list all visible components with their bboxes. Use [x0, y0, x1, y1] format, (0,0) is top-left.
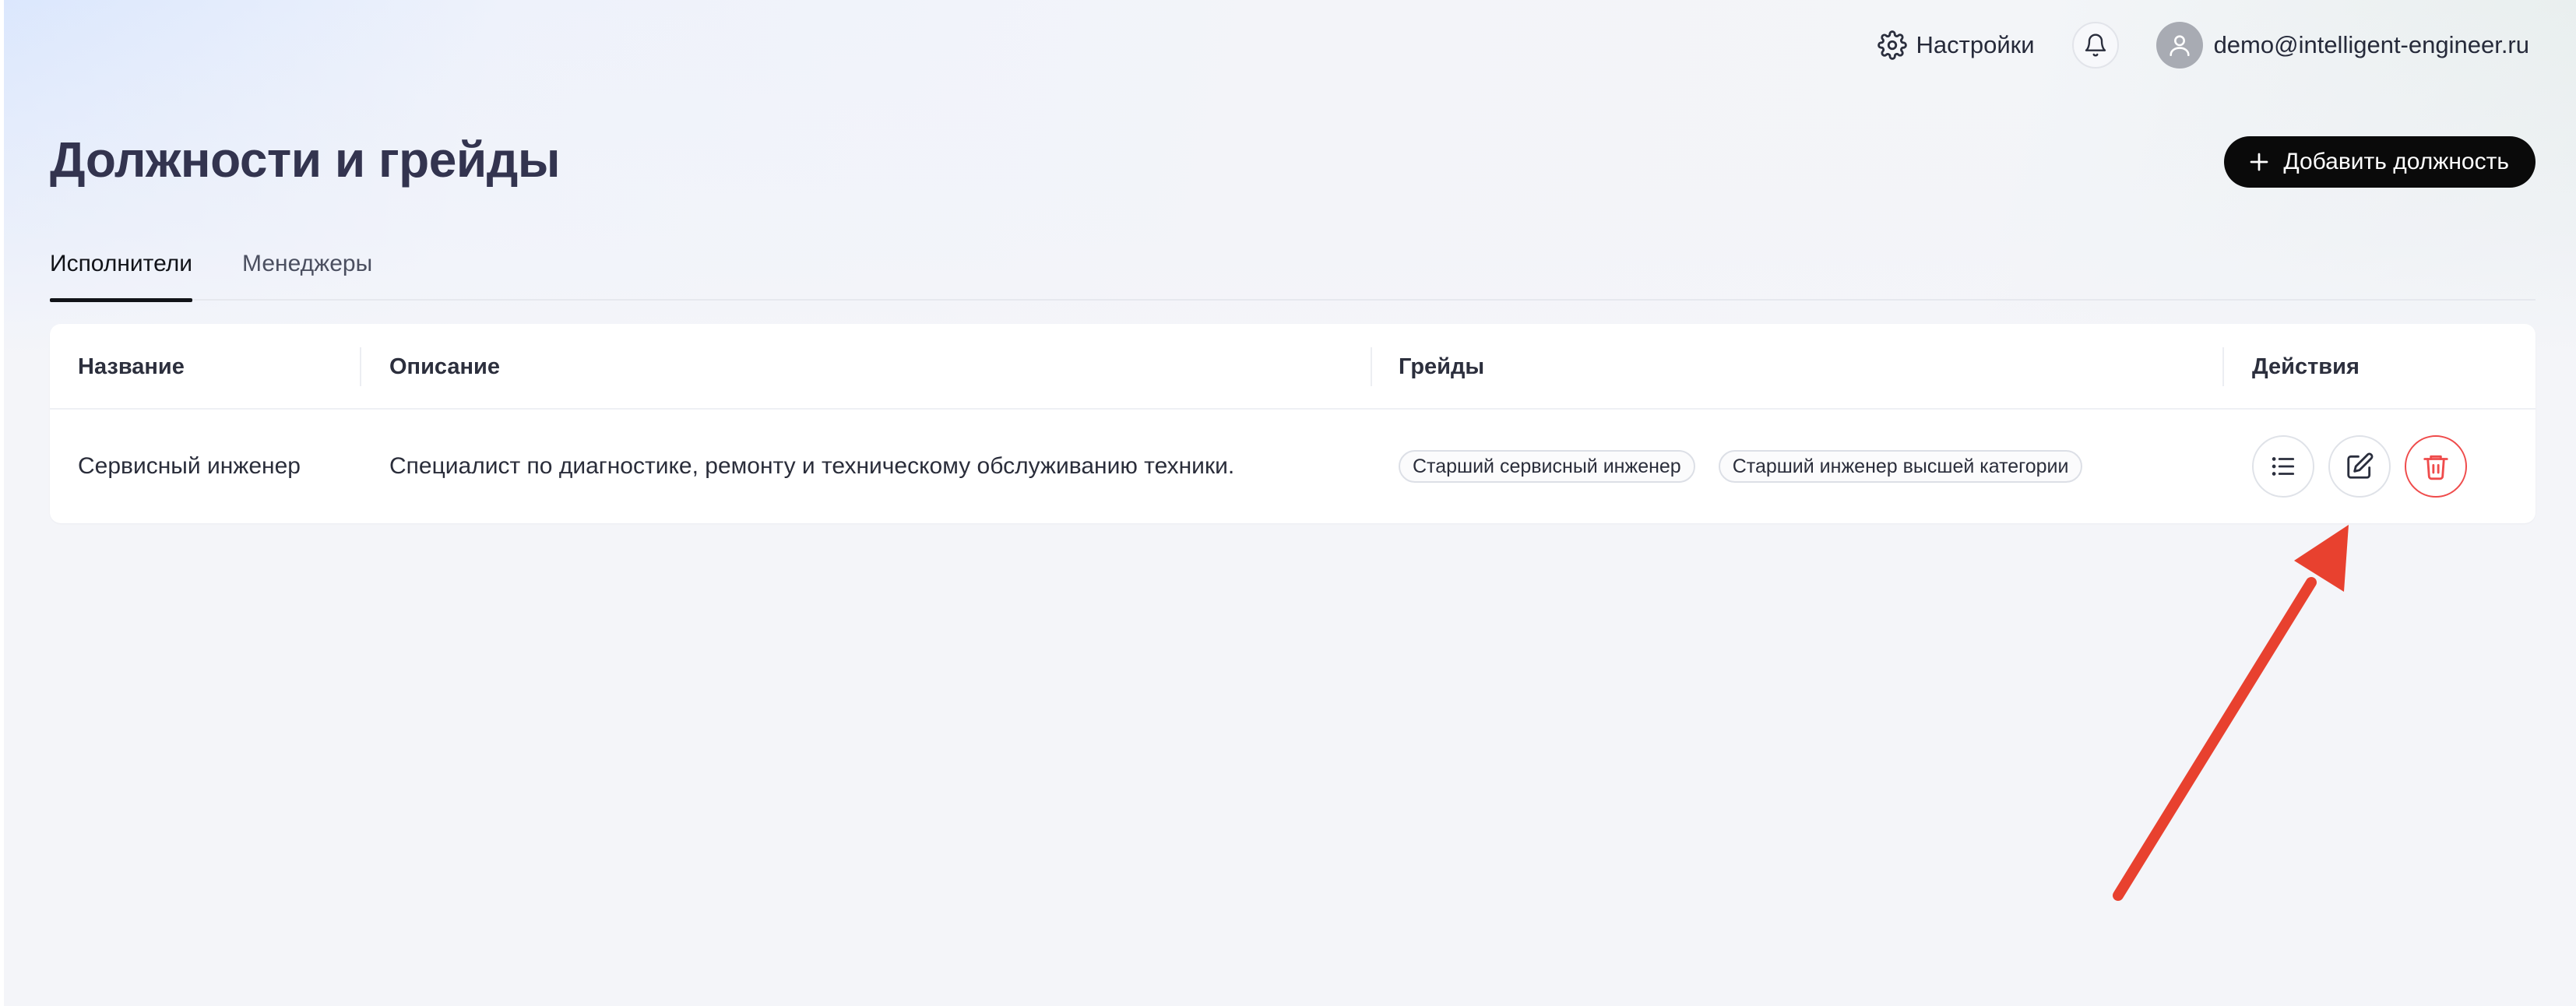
column-separator — [360, 347, 361, 386]
grade-chip[interactable]: Старший сервисный инженер — [1399, 450, 1695, 483]
user-email: demo@intelligent-engineer.ru — [2213, 31, 2529, 58]
avatar — [2155, 22, 2203, 69]
column-header-grades: Грейды — [1399, 354, 1485, 379]
delete-button[interactable] — [2405, 435, 2467, 498]
column-header-name: Название — [78, 354, 185, 379]
edit-icon — [2347, 452, 2374, 479]
tab-performers[interactable]: Исполнители — [50, 243, 193, 302]
row-actions — [2252, 410, 2467, 523]
left-edge — [0, 0, 4, 1006]
user-icon — [2169, 35, 2190, 57]
page-title: Должности и грейды — [50, 132, 560, 188]
edit-button[interactable] — [2328, 435, 2391, 498]
user-menu[interactable]: demo@intelligent-engineer.ru — [2155, 22, 2529, 69]
plus-icon — [2250, 153, 2268, 171]
add-position-button[interactable]: Добавить должность — [2224, 136, 2536, 188]
notifications-button[interactable] — [2071, 22, 2119, 69]
add-position-label: Добавить должность — [2283, 149, 2509, 174]
position-description: Специалист по диагностике, ремонту и тех… — [389, 453, 1235, 479]
grades-list-button[interactable] — [2252, 435, 2314, 498]
trash-icon — [2423, 455, 2448, 480]
column-header-description: Описание — [389, 354, 500, 379]
settings-label: Настройки — [1916, 31, 2035, 58]
list-icon — [2272, 457, 2295, 476]
gear-icon — [1877, 30, 1907, 60]
column-header-actions: Действия — [2252, 354, 2360, 379]
grade-chip[interactable]: Старший инженер высшей категории — [1718, 450, 2083, 483]
column-separator — [2222, 347, 2224, 386]
column-separator — [1371, 347, 1372, 386]
tabs: Исполнители Менеджеры — [50, 243, 2536, 302]
tab-managers[interactable]: Менеджеры — [242, 243, 372, 301]
position-grades: Старший сервисный инженер Старший инжене… — [1399, 410, 2106, 523]
position-name: Сервисный инженер — [78, 453, 301, 479]
top-bar: Настройки demo@intelligent-engineer.ru — [1877, 19, 2529, 72]
table-row: Сервисный инженер Специалист по диагност… — [50, 410, 2536, 523]
bell-icon — [2085, 33, 2106, 57]
settings-link[interactable]: Настройки — [1877, 30, 2035, 60]
table-header: Название Описание Грейды Действия — [50, 324, 2536, 410]
positions-table: Название Описание Грейды Действия Сервис… — [50, 324, 2536, 523]
